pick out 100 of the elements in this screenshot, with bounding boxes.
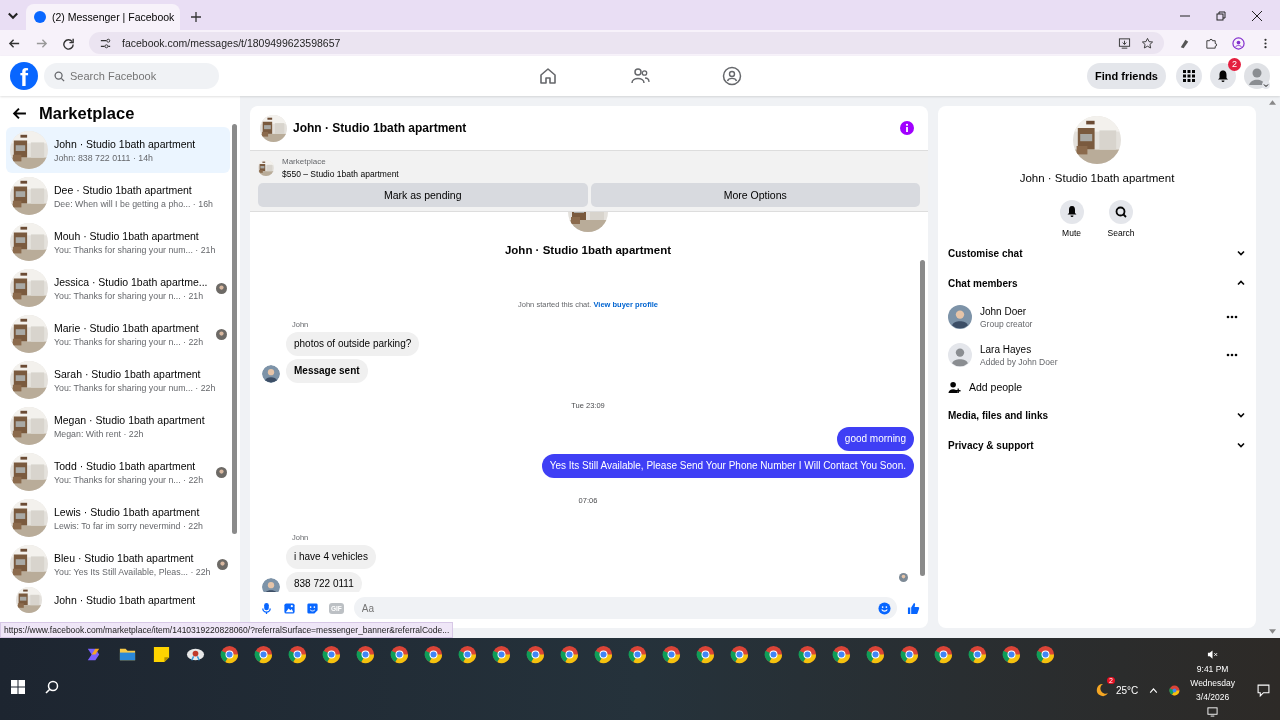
find-friends-button[interactable]: Find friends — [1087, 63, 1166, 89]
photo-icon[interactable] — [283, 601, 296, 615]
browser-tab[interactable]: (2) Messenger | Facebook — [26, 4, 180, 30]
reload-icon[interactable] — [62, 36, 75, 50]
monitor-icon[interactable] — [1207, 706, 1219, 717]
browser-icon[interactable] — [797, 644, 818, 665]
clock-time[interactable]: 9:41 PM — [1196, 664, 1229, 674]
search-field[interactable]: Search Facebook — [44, 63, 219, 89]
browser-icon[interactable] — [219, 644, 240, 665]
conversation-item[interactable]: John · Studio 1bath apartment — [6, 587, 230, 613]
chevron-down-icon[interactable] — [1236, 440, 1246, 450]
browser-icon[interactable] — [1169, 684, 1181, 696]
mute-button[interactable]: Mute — [1059, 200, 1084, 238]
browser-icon[interactable] — [1001, 644, 1022, 665]
browser-icon[interactable] — [729, 644, 750, 665]
address-bar[interactable]: facebook.com/messages/t/1809499623598657 — [89, 32, 1164, 54]
add-people-button[interactable]: Add people — [948, 374, 1246, 400]
browser-icon[interactable] — [491, 644, 512, 665]
browser-icon[interactable] — [389, 644, 410, 665]
muted-speaker-icon[interactable] — [1207, 649, 1219, 660]
conversation-item[interactable]: Sarah · Studio 1bath apartment You: Thanks for sharing your num... · 22h — [6, 357, 230, 403]
apps-menu-button[interactable] — [1176, 63, 1202, 89]
friends-icon[interactable] — [630, 66, 650, 86]
info-icon[interactable] — [900, 121, 914, 135]
install-icon[interactable] — [1118, 36, 1131, 50]
more-icon[interactable] — [1226, 353, 1238, 357]
notification-icon[interactable] — [1257, 683, 1270, 697]
chevron-down-icon[interactable] — [1236, 248, 1246, 258]
banner-button[interactable]: Mark as pending — [258, 183, 588, 207]
browser-icon[interactable] — [899, 644, 920, 665]
browser-icon[interactable] — [695, 644, 716, 665]
site-info-icon[interactable] — [99, 36, 112, 50]
scrollbar[interactable] — [920, 260, 925, 576]
groups-icon[interactable] — [722, 66, 742, 86]
browser-icon[interactable] — [1035, 644, 1056, 665]
conversation-item[interactable]: Dee · Studio 1bath apartment Dee: When will I be getting a pho... · 16h — [6, 173, 230, 219]
conversation-item[interactable]: Bleu · Studio 1bath apartment You: Yes Its Still Available, Pleas... · 22h — [6, 541, 230, 587]
conversation-preview: You: Thanks for sharing your num... · 22h — [54, 382, 216, 393]
scroll-up-icon[interactable] — [1268, 100, 1276, 105]
profile-icon[interactable] — [1232, 36, 1245, 50]
chevron-down-icon[interactable] — [1236, 410, 1246, 420]
conversation-item[interactable]: Jessica · Studio 1bath apartme... You: Thanks for sharing your n... · 21h — [6, 265, 230, 311]
sticker-icon[interactable] — [306, 601, 319, 615]
puzzle-icon[interactable] — [1205, 36, 1218, 50]
conversation-item[interactable]: Mouh · Studio 1bath apartment You: Thanks for sharing your num... · 21h — [6, 219, 230, 265]
browser-icon[interactable] — [355, 644, 376, 665]
conversation-preview: John: 838 722 0111 · 14h — [54, 152, 154, 163]
banner-label: Marketplace — [282, 157, 327, 166]
back-arrow-icon[interactable] — [12, 106, 27, 121]
browser-icon[interactable] — [865, 644, 886, 665]
browser-icon[interactable] — [423, 644, 444, 665]
browser-icon[interactable] — [831, 644, 852, 665]
browser-icon[interactable] — [253, 644, 274, 665]
conversation-item[interactable]: Marie · Studio 1bath apartment You: Thanks for sharing your n... · 22h — [6, 311, 230, 357]
browser-icon[interactable] — [593, 644, 614, 665]
facebook-logo[interactable]: f — [10, 62, 38, 90]
conversation-title: Mouh · Studio 1bath apartment — [54, 229, 200, 242]
conversation-item[interactable]: Todd · Studio 1bath apartment You: Thanks for sharing your n... · 22h — [6, 449, 230, 495]
banner-button[interactable]: More Options — [590, 183, 920, 207]
section-title[interactable]: Media, files and links — [948, 409, 1049, 421]
scrollbar[interactable] — [232, 124, 237, 534]
search-button[interactable]: Search — [1107, 200, 1135, 238]
browser-icon[interactable] — [763, 644, 784, 665]
browser-icon[interactable] — [661, 644, 682, 665]
browser-icon[interactable] — [525, 644, 546, 665]
browser-icon[interactable] — [967, 644, 988, 665]
browser-icon[interactable] — [559, 644, 580, 665]
microphone-icon[interactable] — [260, 601, 273, 615]
new-tab-icon[interactable] — [190, 11, 202, 23]
browser-icon[interactable] — [627, 644, 648, 665]
search-icon[interactable] — [45, 680, 59, 694]
conversation-title: John · Studio 1bath apartment — [54, 137, 197, 150]
emoji-icon[interactable] — [878, 601, 891, 615]
browser-icon[interactable] — [933, 644, 954, 665]
scroll-down-icon[interactable] — [1268, 629, 1276, 634]
section-title[interactable]: Privacy & support — [948, 439, 1034, 451]
clock-day[interactable]: Wednesday — [1190, 678, 1235, 688]
star-icon[interactable] — [1141, 36, 1154, 50]
more-icon[interactable] — [1226, 315, 1238, 319]
sticky-note-icon[interactable] — [151, 644, 172, 665]
browser-icon[interactable] — [287, 644, 308, 665]
windows-start-icon[interactable] — [11, 680, 25, 694]
close-icon[interactable] — [1252, 11, 1262, 21]
temperature[interactable]: 25°C — [1115, 684, 1139, 696]
home-icon[interactable] — [538, 66, 558, 86]
restore-icon[interactable] — [1216, 11, 1226, 21]
thumbs-up-icon[interactable] — [907, 601, 920, 615]
listing-title[interactable]: $550 – Studio 1bath apartment — [282, 169, 399, 179]
section-title[interactable]: Chat members — [948, 277, 1018, 289]
account-avatar[interactable] — [1244, 63, 1270, 89]
conversation-item[interactable]: Megan · Studio 1bath apartment Megan: With rent · 22h — [6, 403, 230, 449]
section-title[interactable]: Customise chat — [948, 247, 1023, 259]
notifications-button[interactable] — [1210, 63, 1236, 89]
conversation-item[interactable]: Lewis · Studio 1bath apartment Lewis: To far im sorry nevermind · 22h — [6, 495, 230, 541]
browser-icon[interactable] — [457, 644, 478, 665]
message-input[interactable]: Aa — [353, 597, 897, 619]
chevron-up-icon[interactable] — [1236, 278, 1246, 288]
conversation-item[interactable]: John · Studio 1bath apartment John: 838 722 0111 · 14h — [6, 127, 230, 173]
clock-date[interactable]: 3/4/2026 — [1196, 692, 1230, 702]
browser-icon[interactable] — [321, 644, 342, 665]
